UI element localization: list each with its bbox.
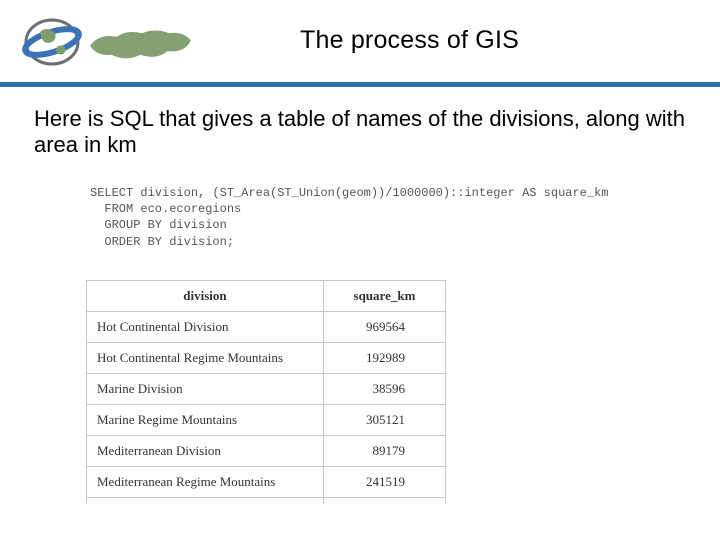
slide-title: The process of GIS [300,26,519,55]
table-header-row: division square_km [87,281,446,312]
cell-division: Mediterranean Regime Mountains [87,467,324,498]
cell-square-km: 38596 [323,374,445,405]
sql-code-block: SELECT division, (ST_Area(ST_Union(geom)… [90,185,608,250]
cell-division: Marine Regime Mountains [87,405,324,436]
table-row: Marine Division 38596 [87,374,446,405]
slide: The process of GIS Here is SQL that give… [0,0,720,540]
cell-square-km: 969564 [323,312,445,343]
col-square-km: square_km [323,281,445,312]
cell-square-km: 305121 [323,405,445,436]
body-text: Here is SQL that gives a table of names … [34,106,686,159]
table-row: Marine Regime Mountains 305121 [87,405,446,436]
table-row: Hot Continental Division 969564 [87,312,446,343]
results-table: division square_km Hot Continental Divis… [86,280,446,521]
table-row: Mediterranean Division 89179 [87,436,446,467]
cell-square-km: 192989 [323,343,445,374]
bottom-crop [0,504,720,540]
cell-square-km: 241519 [323,467,445,498]
code-line: GROUP BY division [90,218,227,232]
cell-square-km: 89179 [323,436,445,467]
code-line: SELECT division, (ST_Area(ST_Union(geom)… [90,186,608,200]
header-divider [0,82,720,87]
code-line: FROM eco.ecoregions [90,202,241,216]
table-row: Mediterranean Regime Mountains 241519 [87,467,446,498]
header: The process of GIS [0,0,720,85]
cell-division: Hot Continental Regime Mountains [87,343,324,374]
globe-world-logo [18,12,218,72]
cell-division: Mediterranean Division [87,436,324,467]
col-division: division [87,281,324,312]
code-line: ORDER BY division; [90,235,234,249]
cell-division: Hot Continental Division [87,312,324,343]
table-row: Hot Continental Regime Mountains 192989 [87,343,446,374]
cell-division: Marine Division [87,374,324,405]
